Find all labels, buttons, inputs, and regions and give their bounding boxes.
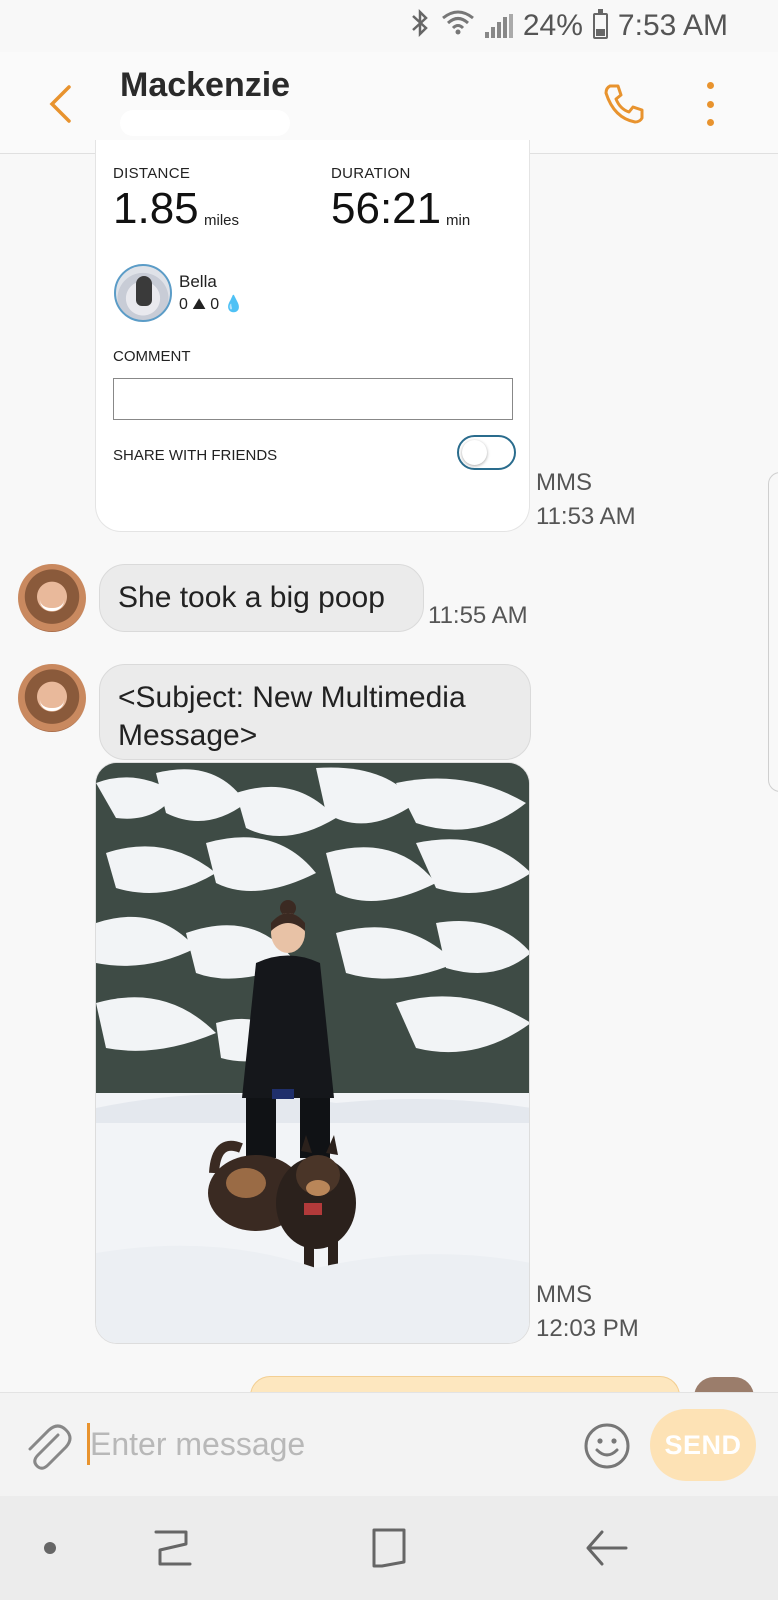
message-meta: MMS 11:53 AM: [536, 469, 636, 530]
subject-bubble[interactable]: <Subject: New Multimedia Message>: [99, 664, 531, 760]
message-meta: MMS 12:03 PM: [536, 1281, 639, 1342]
system-nav-bar: [0, 1496, 778, 1600]
contact-name[interactable]: Mackenzie: [120, 66, 290, 105]
bluetooth-icon: [409, 8, 431, 45]
contact-avatar[interactable]: [18, 664, 86, 732]
clock: 7:53 AM: [617, 9, 728, 42]
message-bubble[interactable]: She took a big poop: [99, 564, 424, 632]
message-time: 11:55 AM: [428, 602, 528, 629]
recents-icon[interactable]: [148, 1526, 198, 1570]
comment-input[interactable]: [113, 378, 513, 420]
more-vert-icon: [706, 82, 714, 89]
signal-icon: [484, 14, 513, 38]
contact-avatar[interactable]: [18, 564, 86, 632]
distance-unit: miles: [204, 212, 240, 229]
call-button[interactable]: [600, 80, 650, 128]
message-input[interactable]: [88, 1417, 558, 1471]
duration-unit: min: [446, 212, 471, 229]
mms-photo[interactable]: [95, 762, 530, 1344]
back-button[interactable]: [40, 80, 80, 128]
distance-label: DISTANCE: [113, 165, 191, 182]
dog-stats: 0 ⛰ 0 💧: [179, 296, 244, 313]
more-options-button[interactable]: [695, 82, 725, 126]
home-icon[interactable]: [364, 1526, 414, 1570]
share-label: SHARE WITH FRIENDS: [113, 447, 278, 464]
contact-number-redacted: [120, 110, 290, 136]
dog-avatar: [114, 264, 172, 322]
duration-value: 56:21: [331, 184, 442, 233]
attach-icon: [28, 1424, 72, 1470]
dot-icon[interactable]: [26, 1526, 76, 1570]
send-button[interactable]: SEND: [650, 1409, 756, 1481]
conversation-header: Mackenzie: [0, 52, 778, 154]
share-toggle[interactable]: [457, 435, 516, 470]
back-icon[interactable]: [582, 1526, 632, 1570]
composer-bar: SEND: [0, 1392, 778, 1496]
wifi-icon: [441, 8, 475, 44]
attach-button[interactable]: [22, 1421, 72, 1471]
scroll-handle[interactable]: [768, 472, 778, 792]
emoji-button[interactable]: [582, 1421, 632, 1471]
distance-value: 1.85: [113, 184, 199, 233]
battery-icon: [592, 9, 608, 39]
status-bar: 24% 7:53 AM: [0, 0, 778, 52]
back-arrow-icon: [49, 85, 71, 123]
emoji-icon: [584, 1423, 630, 1469]
battery-percent: 24%: [522, 9, 583, 42]
phone-icon: [604, 84, 644, 124]
dog-name: Bella: [179, 272, 217, 291]
comment-label: COMMENT: [113, 348, 191, 365]
duration-label: DURATION: [331, 165, 411, 182]
activity-card[interactable]: DISTANCE 1.85 miles DURATION 56:21 min B…: [95, 140, 530, 532]
